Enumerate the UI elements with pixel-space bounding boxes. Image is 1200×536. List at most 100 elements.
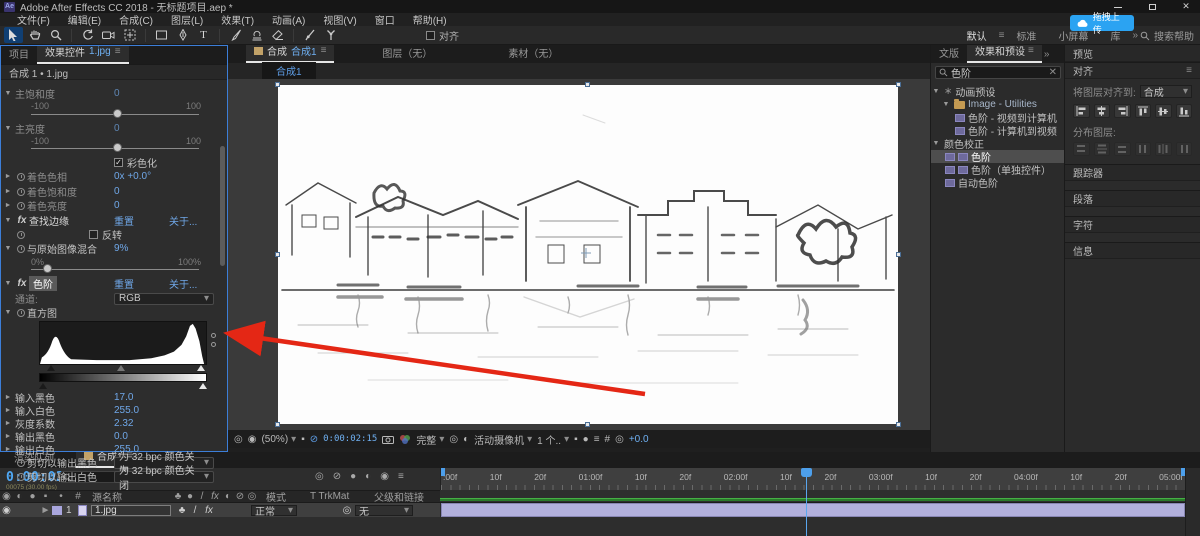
zoom-dropdown[interactable]: (50%)▾ xyxy=(261,434,296,445)
timeline-right-strip[interactable] xyxy=(1185,468,1200,536)
expander-icon[interactable]: ▼ xyxy=(1,309,15,316)
menu-window[interactable]: 窗口 xyxy=(366,12,404,27)
align-right-button[interactable] xyxy=(1114,104,1131,118)
brush-tool[interactable] xyxy=(226,27,245,43)
playhead-handle[interactable] xyxy=(801,468,812,477)
slider-saturation[interactable] xyxy=(1,108,215,118)
about-link[interactable]: 关于... xyxy=(169,276,197,291)
tab-layer[interactable]: 图层（无） xyxy=(374,45,440,63)
stopwatch-icon[interactable] xyxy=(17,245,25,253)
draft-3d-icon[interactable]: ⊘ xyxy=(333,471,341,482)
time-ruler[interactable]: :00f10f20f01:00f10f20f02:00f10f20f03:00f… xyxy=(440,468,1185,490)
always-preview-icon[interactable]: ◎ xyxy=(234,434,243,445)
expander-icon[interactable]: ► xyxy=(1,173,15,180)
distribute-vcenter-button[interactable] xyxy=(1094,142,1111,156)
roto-brush-tool[interactable] xyxy=(300,27,319,43)
close-button[interactable]: ✕ xyxy=(1176,1,1196,12)
prop-tint-saturation[interactable]: ► 着色饱和度 0 xyxy=(1,185,215,198)
layer-row[interactable]: ◉ ► 1 1.jpg ♣ / fx 正常▾ ◎ 无▾ xyxy=(0,503,440,517)
clear-search-icon[interactable]: ✕ xyxy=(1049,67,1057,78)
tree-preset-computer-to-video[interactable]: 色阶 - 计算机到视频 xyxy=(931,124,1065,137)
tree-preset-video-to-computer[interactable]: 色阶 - 视频到计算机 xyxy=(931,111,1065,124)
resolution-dropdown[interactable]: 完整▾ xyxy=(416,432,444,447)
align-hcenter-button[interactable] xyxy=(1094,104,1111,118)
expander-icon[interactable]: ▼ xyxy=(1,217,15,224)
prop-tint-lightness[interactable]: ► 着色亮度 0 xyxy=(1,199,215,212)
tree-effect-auto-levels[interactable]: 自动色阶 xyxy=(931,176,1065,189)
layer-handle[interactable] xyxy=(896,82,901,87)
expander-icon[interactable]: ▼ xyxy=(1,280,15,287)
slider-lightness[interactable] xyxy=(1,142,215,152)
panel-menu-icon[interactable]: ≡ xyxy=(321,45,327,56)
exposure-value[interactable]: +0.0 xyxy=(629,434,649,445)
layer-quality2-icon[interactable]: / xyxy=(189,505,201,516)
colorize-checkbox[interactable]: ✓ xyxy=(114,158,123,167)
prop-histogram[interactable]: ▼ 直方图 xyxy=(1,306,215,319)
flowchart-icon[interactable]: # xyxy=(605,434,611,445)
menu-layer[interactable]: 图层(L) xyxy=(162,12,212,27)
layer-handle[interactable] xyxy=(585,422,590,427)
effect-levels-header[interactable]: ▼ fx 色阶 重置 关于... xyxy=(1,277,215,290)
mask-visibility-icon[interactable]: ⊘ xyxy=(310,434,318,445)
distribute-right-button[interactable] xyxy=(1176,142,1193,156)
layer-handle[interactable] xyxy=(275,252,280,257)
menu-effect[interactable]: 效果(T) xyxy=(212,12,263,27)
layer-handle[interactable] xyxy=(275,422,280,427)
upload-button[interactable]: 拖拽上传 xyxy=(1070,15,1134,31)
distribute-left-button[interactable] xyxy=(1135,142,1152,156)
playhead-line[interactable] xyxy=(806,468,807,536)
tab-effect-controls[interactable]: 效果控件 1.jpg ≡ xyxy=(37,46,129,64)
distribute-bottom-button[interactable] xyxy=(1114,142,1131,156)
about-link[interactable]: 关于... xyxy=(169,213,197,228)
stopwatch-icon[interactable] xyxy=(17,459,25,467)
parent-column[interactable]: 父级和链接 xyxy=(364,489,424,504)
layer-handle[interactable] xyxy=(896,422,901,427)
stopwatch-icon[interactable] xyxy=(17,309,25,317)
align-bottom-button[interactable] xyxy=(1176,104,1193,118)
layer-handle[interactable] xyxy=(585,82,590,87)
frame-blending-icon[interactable]: ◐ xyxy=(365,471,371,482)
clip-white-dropdown[interactable]: 为 32 bpc 颜色关闭▾ xyxy=(114,471,214,483)
prop-tint-hue[interactable]: ► 着色色相 0x +0.0° xyxy=(1,170,215,183)
tree-effect-levels[interactable]: 色阶 xyxy=(931,150,1065,163)
graph-editor-icon[interactable]: ≡ xyxy=(398,471,404,482)
channel-dropdown[interactable]: RGB▾ xyxy=(114,293,214,305)
output-black-slider[interactable] xyxy=(39,383,47,389)
fast-previews-icon[interactable]: ● xyxy=(583,434,589,445)
layer-duration-bar[interactable] xyxy=(441,503,1185,517)
tree-folder-image-utilities[interactable]: ▼ Image - Utilities xyxy=(931,98,1065,111)
restore-button[interactable] xyxy=(1142,2,1162,12)
rotation-tool[interactable] xyxy=(78,27,97,43)
puppet-pin-tool[interactable] xyxy=(321,27,340,43)
distribute-hcenter-button[interactable] xyxy=(1155,142,1172,156)
layer-handle[interactable] xyxy=(275,82,280,87)
viewer-canvas-zone[interactable] xyxy=(228,79,930,430)
shy-icon[interactable]: ● xyxy=(350,471,356,482)
expander-icon[interactable]: ► xyxy=(1,188,15,195)
expander-icon[interactable]: ▼ xyxy=(1,125,15,132)
layer-expander-icon[interactable]: ► xyxy=(39,505,52,516)
pixel-aspect-icon[interactable]: ▪ xyxy=(574,434,578,445)
workspace-default[interactable]: 默认 xyxy=(957,28,997,43)
align-left-button[interactable] xyxy=(1073,104,1090,118)
menu-file[interactable]: 文件(F) xyxy=(8,12,59,27)
parent-dropdown[interactable]: 无▾ xyxy=(355,505,413,516)
levels-histogram[interactable] xyxy=(39,321,207,365)
view-layout-dropdown[interactable]: 1 个..▾ xyxy=(537,432,569,447)
tree-animation-presets[interactable]: ▼∗ 动画预设 xyxy=(931,85,1065,98)
effects-search-box[interactable]: 色阶 ✕ xyxy=(935,66,1061,79)
panel-tracker-header[interactable]: 跟踪器 xyxy=(1065,164,1200,181)
workspace-overflow-icon[interactable]: » xyxy=(1132,30,1138,41)
distribute-top-button[interactable] xyxy=(1073,142,1090,156)
expander-icon[interactable]: ▼ xyxy=(1,245,15,252)
show-channel-icon[interactable] xyxy=(399,434,411,444)
stopwatch-icon[interactable] xyxy=(17,231,25,239)
layer-fx-icon[interactable]: fx xyxy=(201,505,217,516)
align-to-dropdown[interactable]: 合成▾ xyxy=(1140,85,1192,98)
prop-blend-original[interactable]: ▼ 与原始图像混合 9% xyxy=(1,242,215,255)
slider-blend[interactable] xyxy=(1,263,215,273)
prop-colorize[interactable]: ✓ 彩色化 xyxy=(1,156,215,169)
invert-checkbox[interactable] xyxy=(89,230,98,239)
stopwatch-icon[interactable] xyxy=(17,173,25,181)
tab-composition[interactable]: 合成 合成1 ≡ xyxy=(246,45,334,63)
